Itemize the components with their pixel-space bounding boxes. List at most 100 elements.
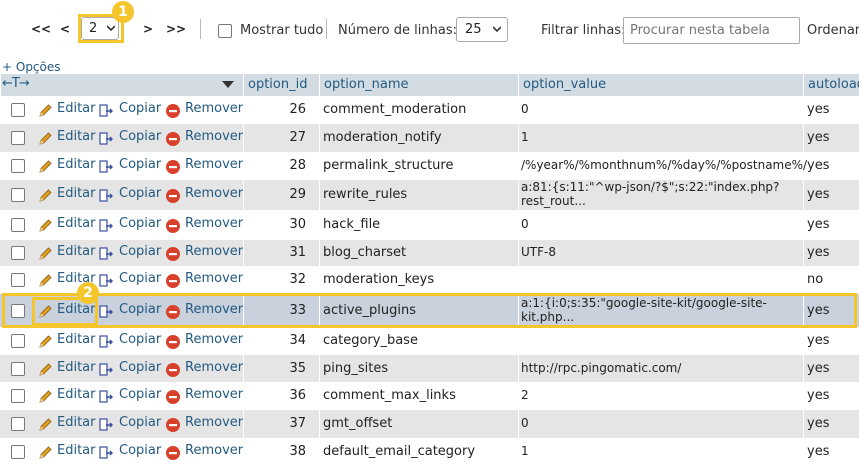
table-row[interactable]: Editar Copiar Remover 38 default_email_categ… — [0, 438, 859, 466]
row-checkbox[interactable] — [11, 218, 25, 232]
copy-link[interactable]: Copiar — [119, 387, 161, 402]
edit-link[interactable]: Editar — [57, 302, 96, 317]
table-row[interactable]: Editar Copiar Remover 35 ping_sites http://rp… — [0, 355, 859, 382]
copy-icon — [99, 104, 113, 117]
row-checkbox[interactable] — [11, 389, 25, 403]
row-checkbox[interactable] — [11, 334, 25, 348]
prev-page-button[interactable]: < — [60, 22, 70, 36]
table-row[interactable]: Editar Copiar Remover 26 comment_moderation 0… — [0, 96, 859, 124]
table-row[interactable]: Editar Copiar Remover 32 moderation_keys no — [0, 266, 859, 294]
column-divider — [518, 438, 519, 466]
table-row[interactable]: Editar Copiar Remover 37 gmt_offset 0 yes — [0, 410, 859, 438]
copy-link[interactable]: Copiar — [119, 302, 161, 317]
copy-icon — [99, 363, 113, 376]
column-divider — [518, 152, 519, 180]
pencil-icon — [39, 247, 52, 260]
rows-count-select[interactable]: 25 — [456, 17, 508, 42]
copy-link[interactable]: Copiar — [119, 415, 161, 430]
options-link[interactable]: + Opções — [2, 60, 61, 74]
edit-link[interactable]: Editar — [57, 129, 96, 144]
copy-link[interactable]: Copiar — [119, 186, 161, 201]
copy-link[interactable]: Copiar — [119, 443, 161, 458]
table-row[interactable]: Editar Copiar Remover 31 blog_charset UTF-8 ye… — [0, 240, 859, 266]
copy-link[interactable]: Copiar — [119, 216, 161, 231]
option-value-cell: a:1:{i:0;s:35:"google-site-kit/google-si… — [521, 296, 767, 324]
delete-icon — [166, 132, 180, 146]
table-row[interactable]: Editar Copiar Remover 29 rewrite_rules a:81:{… — [0, 180, 859, 210]
pencil-icon — [39, 446, 52, 459]
row-checkbox[interactable] — [11, 103, 25, 117]
table-row[interactable]: Editar Copiar Remover 28 permalink_structure… — [0, 152, 859, 180]
edit-link[interactable]: Editar — [57, 387, 96, 402]
edit-link[interactable]: Editar — [57, 415, 96, 430]
delete-link[interactable]: Remover — [185, 271, 243, 286]
copy-link[interactable]: Copiar — [119, 157, 161, 172]
filter-rows-input[interactable] — [623, 17, 800, 44]
edit-link[interactable]: Editar — [57, 216, 96, 231]
row-checkbox[interactable] — [11, 188, 25, 202]
copy-link[interactable]: Copiar — [119, 360, 161, 375]
edit-link[interactable]: Editar — [57, 332, 96, 347]
table-row[interactable]: Editar Copiar Remover 36 comment_max_links 2 y… — [0, 382, 859, 410]
delete-link[interactable]: Remover — [185, 443, 243, 458]
row-checkbox[interactable] — [11, 246, 25, 260]
last-page-button[interactable]: >> — [166, 22, 186, 36]
edit-link[interactable]: Editar — [57, 244, 96, 259]
delete-link[interactable]: Remover — [185, 157, 243, 172]
table-row[interactable]: Editar Copiar Remover 34 category_base yes — [0, 327, 859, 355]
first-page-button[interactable]: << — [31, 22, 51, 36]
column-header-label: option_name — [324, 77, 409, 92]
annotation-badge-1: 1 — [112, 1, 134, 23]
delete-link[interactable]: Remover — [185, 101, 243, 116]
row-checkbox[interactable] — [11, 417, 25, 431]
show-all-checkbox[interactable] — [218, 24, 232, 38]
column-header-option-name[interactable]: option_name — [319, 74, 518, 96]
option-name-cell: active_plugins — [323, 303, 416, 318]
column-header-autoload[interactable]: autoload — [803, 74, 859, 96]
option-value-cell: 0 — [521, 416, 529, 430]
column-divider — [319, 294, 320, 327]
column-divider — [243, 438, 244, 466]
column-divider — [319, 410, 320, 438]
delete-link[interactable]: Remover — [185, 360, 243, 375]
row-checkbox[interactable] — [11, 131, 25, 145]
table-row[interactable]: Editar Copiar Remover 27 moderation_notify 1 y… — [0, 124, 859, 152]
next-page-button[interactable]: > — [143, 22, 153, 36]
option-id-cell: 32 — [289, 272, 306, 287]
option-name-cell: hack_file — [323, 217, 381, 232]
autoload-cell: no — [807, 272, 824, 287]
copy-link[interactable]: Copiar — [119, 244, 161, 259]
column-divider — [803, 438, 804, 466]
delete-link[interactable]: Remover — [185, 244, 243, 259]
row-checkbox[interactable] — [11, 445, 25, 459]
delete-link[interactable]: Remover — [185, 415, 243, 430]
delete-link[interactable]: Remover — [185, 332, 243, 347]
autoload-cell: yes — [807, 361, 830, 376]
table-row[interactable]: Editar Copiar Remover 30 hack_file 0 yes — [0, 210, 859, 240]
delete-icon — [166, 305, 180, 319]
copy-link[interactable]: Copiar — [119, 332, 161, 347]
delete-link[interactable]: Remover — [185, 129, 243, 144]
edit-link[interactable]: Editar — [57, 186, 96, 201]
edit-link[interactable]: Editar — [57, 443, 96, 458]
row-checkbox[interactable] — [11, 159, 25, 173]
delete-link[interactable]: Remover — [185, 216, 243, 231]
copy-link[interactable]: Copiar — [119, 271, 161, 286]
autoload-cell: yes — [807, 130, 830, 145]
copy-link[interactable]: Copiar — [119, 129, 161, 144]
column-header-option-id[interactable]: option_id — [243, 74, 319, 96]
edit-link[interactable]: Editar — [57, 360, 96, 375]
column-divider — [243, 327, 244, 355]
row-checkbox[interactable] — [11, 273, 25, 287]
sort-dropdown-icon[interactable] — [222, 81, 234, 88]
edit-link[interactable]: Editar — [57, 101, 96, 116]
copy-link[interactable]: Copiar — [119, 101, 161, 116]
delete-link[interactable]: Remover — [185, 387, 243, 402]
row-checkbox[interactable] — [11, 304, 25, 318]
delete-link[interactable]: Remover — [185, 186, 243, 201]
column-header-option-value[interactable]: option_value — [518, 74, 803, 96]
edit-link[interactable]: Editar — [57, 157, 96, 172]
row-checkbox[interactable] — [11, 362, 25, 376]
table-row[interactable]: Editar Copiar Remover 33 active_plugins a:1:{… — [0, 294, 859, 327]
delete-link[interactable]: Remover — [185, 302, 243, 317]
